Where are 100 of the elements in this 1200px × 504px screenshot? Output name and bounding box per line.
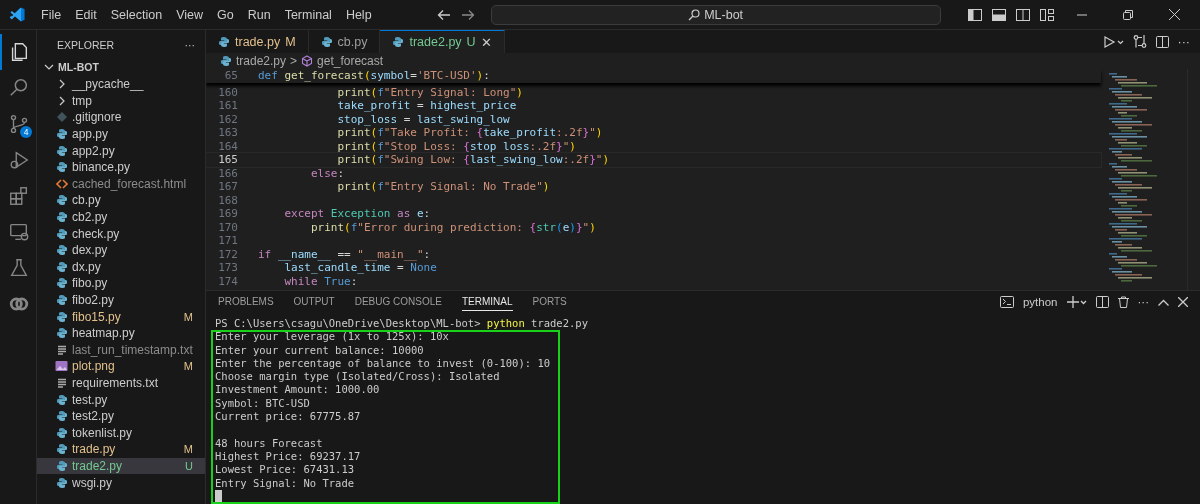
explorer-row[interactable]: cached_forecast.html	[37, 175, 205, 193]
explorer-row[interactable]: binance.py	[37, 158, 205, 176]
git-status: M	[183, 360, 194, 373]
explorer-row[interactable]: test2.py	[37, 407, 205, 425]
forward-arrow-icon[interactable]	[460, 8, 475, 21]
breadcrumb-separator: >	[290, 54, 298, 68]
trash-icon[interactable]	[1117, 296, 1129, 308]
terminal-line: Enter your leverage (1x to 125x): 10x	[215, 330, 450, 344]
line-number: 161	[217, 99, 239, 113]
explorer-row[interactable]: app.py	[37, 125, 205, 143]
line-number: 167	[217, 180, 239, 194]
search-icon[interactable]	[8, 77, 30, 99]
restore-icon[interactable]	[1123, 9, 1133, 20]
flask-icon[interactable]	[8, 257, 30, 279]
explorer-row[interactable]: last_run_timestamp.txt	[37, 341, 205, 359]
terminal-line: Current price: 67775.87	[215, 410, 362, 424]
explorer-row[interactable]: .gitignore	[37, 109, 205, 126]
compare-changes-icon[interactable]	[1132, 35, 1147, 48]
panel-tab[interactable]: PORTS	[532, 293, 567, 311]
panel-tab[interactable]: PROBLEMS	[218, 293, 274, 311]
explorer-row[interactable]: fibo2.py	[37, 291, 205, 309]
diamond-icon	[55, 111, 68, 124]
remote-explorer-icon[interactable]	[8, 221, 30, 243]
terminal-name[interactable]: python	[1022, 296, 1058, 308]
folder-header[interactable]: ML-BOT	[37, 58, 205, 76]
python-file-icon	[55, 393, 68, 406]
extensions-icon[interactable]	[8, 185, 30, 207]
more-actions-button[interactable]: ···	[1137, 296, 1149, 308]
python-file-icon	[55, 128, 68, 141]
split-terminal-icon[interactable]	[1095, 296, 1109, 308]
explorer-row[interactable]: dex.py	[37, 241, 205, 259]
line-number: 172	[217, 247, 239, 261]
explorer-row[interactable]: trade.py M	[37, 441, 205, 458]
code-line: print(f"Entry Signal: No Trade")	[336, 180, 550, 194]
explorer-row[interactable]: heatmap.py	[37, 324, 205, 342]
line-number: 160	[217, 85, 239, 99]
explorer-row[interactable]: wsgi.py	[37, 474, 205, 491]
more-actions-button[interactable]: ···	[1177, 34, 1190, 49]
new-terminal-icon[interactable]	[1066, 296, 1087, 308]
menu-item[interactable]: View	[169, 4, 210, 25]
menu-item[interactable]: Selection	[103, 4, 170, 25]
text-lines-icon	[55, 377, 68, 389]
close-icon[interactable]	[1178, 297, 1188, 307]
explorer-row[interactable]: tmp	[37, 92, 205, 110]
more-actions-button[interactable]: ···	[184, 39, 195, 51]
customize-layout-icon[interactable]	[1040, 8, 1054, 21]
terminal-line: Enter the percentage of balance to invest (0-100): 10	[215, 356, 552, 371]
explorer-row[interactable]: check.py	[37, 225, 205, 242]
menu-item[interactable]: Edit	[68, 4, 104, 25]
explorer-row[interactable]: fibo15.py M	[37, 308, 205, 325]
toggle-sidebar-icon[interactable]	[968, 8, 982, 21]
python-file-icon	[55, 244, 68, 257]
python-file-icon	[55, 211, 68, 224]
panel-tab[interactable]: OUTPUT	[293, 293, 335, 311]
code-brackets-icon	[55, 177, 68, 190]
code-line: if __name__ == "__main__":	[258, 247, 431, 261]
explorer-row[interactable]: cb2.py	[37, 208, 205, 226]
explorer-row[interactable]: fibo.py	[37, 275, 205, 292]
close-tab-button[interactable]: ✕	[480, 34, 492, 50]
explorer-row[interactable]: trade2.py U	[37, 457, 205, 475]
menu-item[interactable]: Go	[210, 4, 241, 25]
explorer-row[interactable]: dx.py	[37, 258, 205, 276]
split-editor-icon[interactable]	[1155, 35, 1169, 48]
back-arrow-icon[interactable]	[436, 8, 451, 21]
source-control-icon[interactable]	[8, 113, 30, 135]
line-number: 166	[217, 166, 239, 180]
breadcrumb-item[interactable]: trade2.py	[236, 54, 287, 68]
panel-tab[interactable]: DEBUG CONSOLE	[354, 293, 442, 311]
run-icon[interactable]	[1103, 35, 1124, 48]
line-number: 174	[217, 274, 239, 288]
menu-item[interactable]: Terminal	[277, 4, 339, 25]
command-center[interactable]: ML-bot	[490, 4, 941, 25]
panel-tab[interactable]: TERMINAL	[461, 293, 513, 311]
python-file-icon	[55, 443, 68, 456]
chevron-up-icon[interactable]	[1158, 298, 1169, 306]
explorer-row[interactable]: plot.png M	[37, 358, 205, 375]
explorer-row[interactable]: tokenlist.py	[37, 424, 205, 442]
menu-item[interactable]: Help	[338, 4, 379, 25]
explorer-row[interactable]: __pycache__	[37, 76, 205, 93]
explorer-row[interactable]: app2.py	[37, 142, 205, 159]
split-layout-icon[interactable]	[1016, 8, 1030, 21]
git-status: M	[183, 443, 194, 456]
code-line: last_candle_time = None	[283, 261, 437, 275]
breadcrumb-item[interactable]: get_forecast	[317, 54, 384, 68]
python-file-icon	[392, 36, 405, 48]
menu-item[interactable]: File	[34, 4, 69, 25]
explorer-row[interactable]: cb.py	[37, 192, 205, 209]
line-number: 163	[217, 126, 239, 140]
toggle-panel-icon[interactable]	[992, 8, 1006, 21]
menu-item[interactable]: Run	[240, 4, 278, 25]
code-line: print(f"Stop Loss: {stop_loss:.2f}")	[336, 139, 576, 153]
close-icon[interactable]	[1168, 9, 1180, 20]
explorer-row[interactable]: requirements.txt	[37, 374, 205, 392]
line-number: 168	[217, 193, 239, 207]
editor-tab[interactable]: trade2.py U ✕	[380, 30, 505, 53]
editor-tab[interactable]: trade.py M	[206, 30, 309, 53]
explorer-row[interactable]: test.py	[37, 391, 205, 408]
run-debug-icon[interactable]	[8, 149, 30, 171]
line-number: 165	[217, 153, 239, 167]
terminal-line: Enter your current balance: 10000	[215, 343, 425, 357]
